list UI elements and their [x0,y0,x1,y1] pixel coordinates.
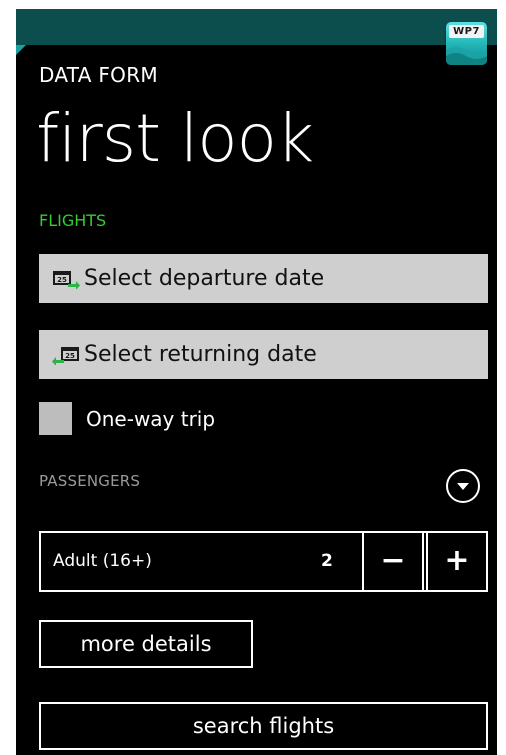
app-title: DATA FORM [39,63,158,87]
departure-date-picker[interactable]: 25 Select departure date [39,254,488,303]
svg-text:25: 25 [65,352,75,360]
expand-passengers-button[interactable] [446,469,480,503]
calendar-return-icon: 25 [52,346,79,365]
decrement-passenger-button[interactable]: − [362,531,424,592]
wp7-badge-icon: WP7 [446,22,487,65]
system-tray [16,9,497,45]
return-date-picker[interactable]: 25 Select returning date [39,330,488,379]
return-date-label: Select returning date [84,342,317,367]
passenger-count: 2 [321,551,333,571]
wave-icon [446,47,487,65]
increment-passenger-button[interactable]: + [426,531,488,592]
page-title: first look [36,100,314,177]
badge-label: WP7 [449,25,484,38]
passengers-section-label: PASSENGERS [39,472,141,490]
departure-date-label: Select departure date [84,266,325,291]
corner-accent [16,45,26,55]
calendar-depart-icon: 25 [53,270,80,289]
chevron-down-circle-icon [457,483,469,490]
svg-text:25: 25 [57,276,67,284]
one-way-checkbox[interactable] [39,402,72,435]
more-details-button[interactable]: more details [39,620,253,668]
search-flights-button[interactable]: search flights [39,702,488,750]
passenger-stepper: Adult (16+) 2 − + [39,531,488,592]
flights-section-label: FLIGHTS [39,211,107,230]
phone-screen: WP7 DATA FORM first look FLIGHTS 25 Sele… [16,9,497,755]
passenger-type-label: Adult (16+) [53,551,152,571]
one-way-label: One-way trip [86,407,216,431]
